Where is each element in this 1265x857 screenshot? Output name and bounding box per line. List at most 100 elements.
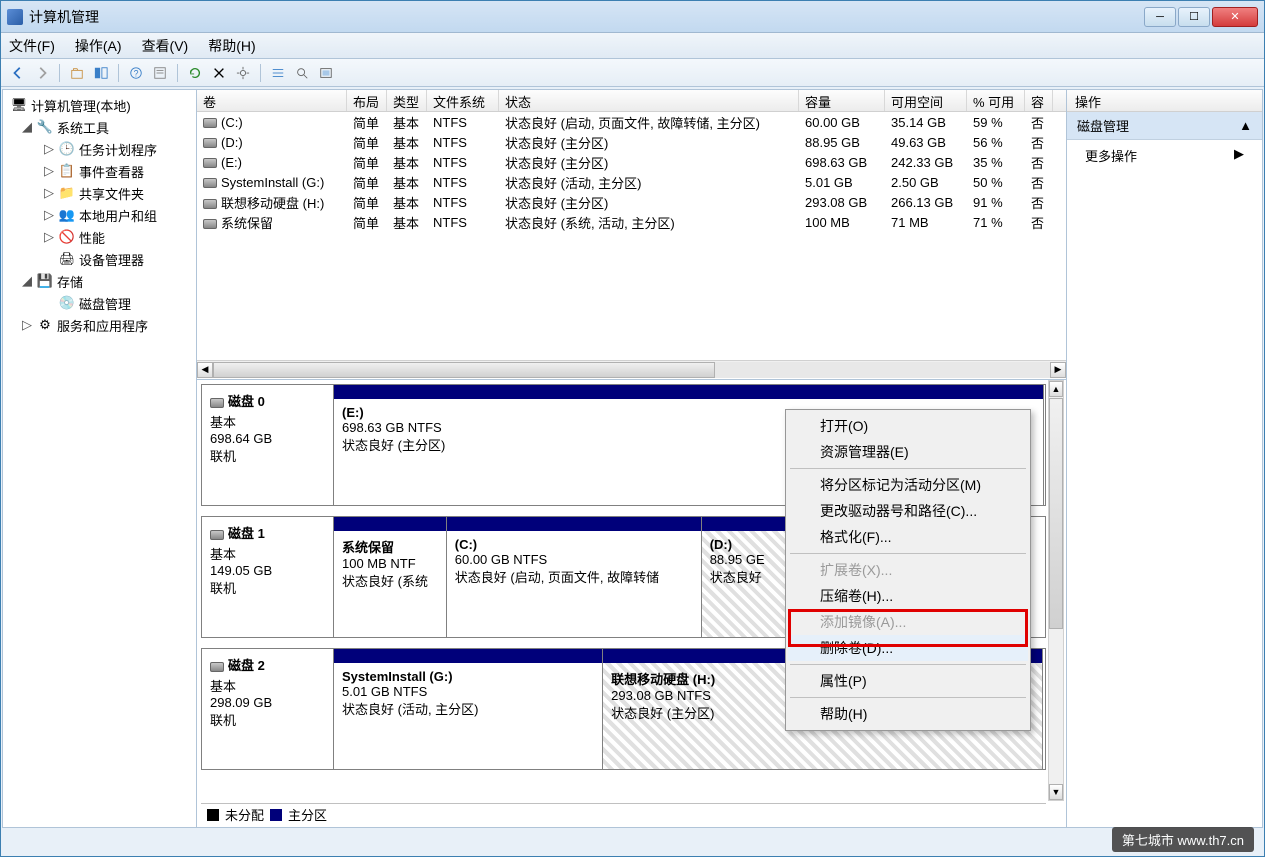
menubar: 文件(F) 操作(A) 查看(V) 帮助(H) [1, 33, 1264, 59]
partition[interactable]: SystemInstall (G:)5.01 GB NTFS状态良好 (活动, … [333, 648, 603, 770]
nav-back-icon[interactable] [7, 62, 29, 84]
delete-icon[interactable] [208, 62, 230, 84]
context-menu-item[interactable]: 帮助(H) [788, 701, 1028, 727]
nav-fwd-icon[interactable] [31, 62, 53, 84]
storage-icon: 💾 [37, 273, 53, 289]
volume-row[interactable]: (D:)简单基本NTFS状态良好 (主分区)88.95 GB49.63 GB56… [197, 132, 1066, 152]
col-capacity[interactable]: 容量 [799, 90, 885, 111]
list-view-icon[interactable] [267, 62, 289, 84]
col-free[interactable]: 可用空间 [885, 90, 967, 111]
scroll-down-icon[interactable]: ▼ [1049, 784, 1063, 800]
services-icon: ⚙ [37, 317, 53, 333]
tree-event[interactable]: ▷📋事件查看器 [5, 160, 194, 182]
chevron-right-icon: ▶ [1234, 146, 1244, 165]
folder-icon: 📁 [59, 185, 75, 201]
properties-icon[interactable] [149, 62, 171, 84]
menu-help[interactable]: 帮助(H) [208, 36, 255, 56]
vol-name: (D:) [221, 135, 243, 150]
volume-row[interactable]: SystemInstall (G:)简单基本NTFS状态良好 (活动, 主分区)… [197, 172, 1066, 192]
settings-icon[interactable] [232, 62, 254, 84]
context-menu-item[interactable]: 属性(P) [788, 668, 1028, 694]
partition[interactable]: 系统保留100 MB NTF状态良好 (系统 [333, 516, 447, 638]
legend-primary-label: 主分区 [288, 805, 327, 824]
volume-row[interactable]: (E:)简单基本NTFS状态良好 (主分区)698.63 GB242.33 GB… [197, 152, 1066, 172]
legend-unalloc-label: 未分配 [225, 805, 264, 824]
legend-primary-swatch [270, 809, 282, 821]
svg-text:?: ? [134, 68, 139, 78]
disk-info[interactable]: 磁盘 0基本698.64 GB联机 [202, 385, 334, 505]
partition[interactable]: (C:)60.00 GB NTFS状态良好 (启动, 页面文件, 故障转储 [446, 516, 702, 638]
devmgr-icon: 🖨 [59, 251, 75, 267]
tree-shared[interactable]: ▷📁共享文件夹 [5, 182, 194, 204]
context-menu-item[interactable]: 资源管理器(E) [788, 439, 1028, 465]
disk-icon [210, 662, 224, 672]
context-menu-item[interactable]: 删除卷(D)... [788, 635, 1028, 661]
refresh-icon[interactable] [184, 62, 206, 84]
context-menu-item[interactable]: 更改驱动器号和路径(C)... [788, 498, 1028, 524]
window: 计算机管理 ─ ☐ ✕ 文件(F) 操作(A) 查看(V) 帮助(H) ? 🖥 [0, 0, 1265, 857]
vol-name: 联想移动硬盘 (H:) [221, 196, 324, 211]
context-menu: 打开(O)资源管理器(E) 将分区标记为活动分区(M)更改驱动器号和路径(C)..… [785, 409, 1031, 731]
tree-pane: 🖥计算机管理(本地) ◢🔧系统工具 ▷🕒任务计划程序 ▷📋事件查看器 ▷📁共享文… [3, 90, 197, 827]
volume-hscroll[interactable]: ◀ ▶ [197, 360, 1066, 378]
tools-icon: 🔧 [37, 119, 53, 135]
perf-icon: 🚫 [59, 229, 75, 245]
col-status[interactable]: 状态 [499, 90, 799, 111]
col-pct[interactable]: % 可用 [967, 90, 1025, 111]
extra-icon[interactable] [315, 62, 337, 84]
volume-row[interactable]: 系统保留简单基本NTFS状态良好 (系统, 活动, 主分区)100 MB71 M… [197, 212, 1066, 232]
show-hide-tree-icon[interactable] [90, 62, 112, 84]
maximize-button[interactable]: ☐ [1178, 7, 1210, 27]
window-title: 计算机管理 [29, 7, 1142, 27]
vol-name: (C:) [221, 115, 243, 130]
context-menu-item[interactable]: 将分区标记为活动分区(M) [788, 472, 1028, 498]
col-volume[interactable]: 卷 [197, 90, 347, 111]
tree-services[interactable]: ▷⚙服务和应用程序 [5, 314, 194, 336]
app-icon [7, 9, 23, 25]
partition[interactable]: (D:)88.95 GE状态良好 [701, 516, 786, 638]
action-pane: 操作 磁盘管理▲ 更多操作▶ [1066, 90, 1262, 827]
context-menu-item[interactable]: 打开(O) [788, 413, 1028, 439]
clock-icon: 🕒 [59, 141, 75, 157]
tree-root[interactable]: 🖥计算机管理(本地) [5, 94, 194, 116]
close-button[interactable]: ✕ [1212, 7, 1258, 27]
tree-task[interactable]: ▷🕒任务计划程序 [5, 138, 194, 160]
legend-unalloc-swatch [207, 809, 219, 821]
tree-devmgr[interactable]: 🖨设备管理器 [5, 248, 194, 270]
col-layout[interactable]: 布局 [347, 90, 387, 111]
disk-icon: 💿 [59, 295, 75, 311]
scroll-left-icon[interactable]: ◀ [197, 362, 213, 378]
disk-vscroll[interactable]: ▲ ▼ [1048, 380, 1064, 801]
menu-action[interactable]: 操作(A) [75, 36, 122, 56]
up-icon[interactable] [66, 62, 88, 84]
volume-row[interactable]: 联想移动硬盘 (H:)简单基本NTFS状态良好 (主分区)293.08 GB26… [197, 192, 1066, 212]
tree-systools[interactable]: ◢🔧系统工具 [5, 116, 194, 138]
scroll-right-icon[interactable]: ▶ [1050, 362, 1066, 378]
context-menu-item[interactable]: 格式化(F)... [788, 524, 1028, 550]
tree-users[interactable]: ▷👥本地用户和组 [5, 204, 194, 226]
computer-icon: 🖥 [11, 97, 27, 113]
volume-icon [203, 219, 217, 229]
col-type[interactable]: 类型 [387, 90, 427, 111]
tree-diskmgmt[interactable]: 💿磁盘管理 [5, 292, 194, 314]
col-fs[interactable]: 文件系统 [427, 90, 499, 111]
context-menu-item[interactable]: 压缩卷(H)... [788, 583, 1028, 609]
volume-row[interactable]: (C:)简单基本NTFS状态良好 (启动, 页面文件, 故障转储, 主分区)60… [197, 112, 1066, 132]
menu-file[interactable]: 文件(F) [9, 36, 55, 56]
action-section-diskmgmt[interactable]: 磁盘管理▲ [1067, 112, 1262, 140]
disk-info[interactable]: 磁盘 2基本298.09 GB联机 [202, 649, 334, 769]
col-overhead[interactable]: 容 [1025, 90, 1053, 111]
minimize-button[interactable]: ─ [1144, 7, 1176, 27]
toolbar: ? [1, 59, 1264, 87]
tree-perf[interactable]: ▷🚫性能 [5, 226, 194, 248]
detail-view-icon[interactable] [291, 62, 313, 84]
menu-view[interactable]: 查看(V) [142, 36, 189, 56]
action-more[interactable]: 更多操作▶ [1067, 140, 1262, 171]
help-icon[interactable]: ? [125, 62, 147, 84]
action-header: 操作 [1067, 90, 1262, 112]
tree-storage[interactable]: ◢💾存储 [5, 270, 194, 292]
disk-info[interactable]: 磁盘 1基本149.05 GB联机 [202, 517, 334, 637]
watermark: 第七城市 www.th7.cn [1112, 827, 1254, 852]
scroll-up-icon[interactable]: ▲ [1049, 381, 1063, 397]
event-icon: 📋 [59, 163, 75, 179]
